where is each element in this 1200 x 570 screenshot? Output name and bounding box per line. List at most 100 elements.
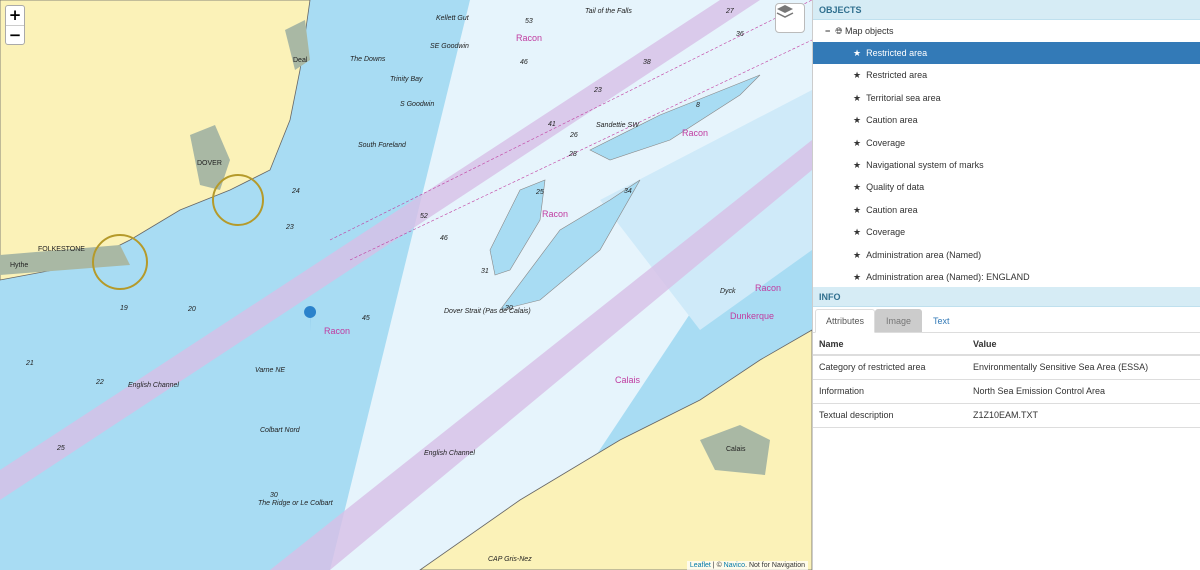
tree-item-label: Restricted area [866, 70, 928, 81]
tab-attributes[interactable]: Attributes [815, 309, 876, 333]
table-row: Category of restricted area Environmental… [813, 355, 1200, 380]
tree-item[interactable]: ★ Coverage [813, 132, 1200, 154]
label-trinity-bay: Trinity Bay [390, 76, 423, 83]
tree-item-label: Administration area (Named) [866, 249, 982, 260]
label-dover-strait: Dover Strait (Pas de Calais) [444, 308, 531, 315]
depth: 45 [362, 315, 370, 322]
depth: 26 [570, 132, 578, 139]
label-english-channel: English Channel [128, 382, 179, 389]
table-row: Information North Sea Emission Control Ar… [813, 379, 1200, 404]
column-header-value: Value [967, 333, 1200, 356]
star-icon: ★ [853, 182, 862, 193]
tree-item[interactable]: ★ Restricted area [813, 64, 1200, 86]
tree-item-label: Territorial sea area [866, 92, 941, 103]
label-colbart-nord: Colbart Nord [260, 427, 300, 434]
tab-image[interactable]: Image [875, 309, 923, 332]
tree-item[interactable]: ★ Navigational system of marks [813, 154, 1200, 176]
depth: 38 [643, 59, 651, 66]
attribution: Leaflet | © Navico. Not for Navigation [686, 561, 808, 570]
depth: 8 [696, 102, 700, 109]
layers-button[interactable] [775, 3, 805, 33]
attribute-name: Category of restricted area [813, 355, 967, 380]
depth: 23 [594, 87, 602, 94]
tree-item-label: Coverage [866, 227, 906, 238]
tree-root-map-objects[interactable]: − 🌐︎ Map objects [813, 20, 1200, 42]
label-the-downs: The Downs [350, 56, 386, 63]
objects-header: OBJECTS [813, 0, 1200, 20]
label-racon: Racon [755, 283, 782, 293]
depth: 27 [726, 8, 734, 15]
label-tail-of-the-falls: Tail of the Falls [585, 8, 632, 15]
label-deal: Deal [293, 57, 308, 64]
chart-map[interactable]: Dover Strait (Pas de Calais) English Cha… [0, 0, 812, 570]
label-racon: Racon [542, 209, 569, 219]
star-icon: ★ [853, 249, 862, 260]
attributes-table: Name Value Category of restricted area Env… [813, 333, 1200, 428]
depth: 36 [736, 31, 744, 38]
label-s-goodwin: S Goodwin [400, 101, 435, 108]
depth: 23 [286, 224, 294, 231]
label-english-channel: English Channel [424, 450, 475, 457]
star-icon: ★ [853, 48, 862, 58]
column-header-name: Name [813, 333, 967, 356]
depth: 30 [505, 305, 513, 312]
label-dyck: Dyck [720, 288, 736, 295]
depth: 31 [481, 268, 489, 275]
star-icon: ★ [853, 159, 862, 170]
navico-link[interactable]: Navico [724, 562, 745, 569]
tree-item[interactable]: ★ Restricted area [813, 42, 1200, 65]
tree-item[interactable]: ★ Territorial sea area [813, 87, 1200, 109]
attribute-name: Information [813, 379, 967, 404]
label-calais: Calais [615, 375, 641, 385]
star-icon: ★ [853, 115, 862, 126]
zoom-out-button[interactable]: − [6, 25, 24, 44]
star-icon: ★ [853, 70, 862, 81]
label-ridge: The Ridge or Le Colbart [258, 500, 333, 507]
label-dover: DOVER [197, 160, 222, 167]
tree-item[interactable]: ★ Administration area (Named) [813, 244, 1200, 266]
label-racon: Racon [516, 33, 543, 43]
tree-root-label: Map objects [845, 26, 894, 36]
depth: 52 [420, 213, 428, 220]
globe-icon: 🌐︎ [835, 26, 843, 36]
depth: 20 [188, 306, 196, 313]
label-dunkerque: Dunkerque [730, 311, 775, 321]
label-gris-nez: CAP Gris-Nez [488, 556, 532, 563]
zoom-in-button[interactable]: + [6, 6, 24, 25]
table-row: Textual description Z1Z10EAM.TXT [813, 403, 1200, 428]
star-icon: ★ [853, 204, 862, 215]
tree-item[interactable]: ★ Caution area [813, 109, 1200, 131]
depth: 46 [440, 235, 448, 242]
label-varne-ne: Varne NE [255, 367, 286, 374]
depth: 24 [292, 188, 300, 195]
leaflet-link[interactable]: Leaflet [690, 562, 711, 569]
tree-item-label: Administration area (Named): ENGLAND [866, 271, 1030, 282]
layers-icon [776, 5, 794, 18]
label-calais-town: Calais [726, 446, 746, 453]
star-icon: ★ [853, 271, 862, 282]
england-land [0, 0, 311, 281]
label-folkestone: FOLKESTONE [38, 246, 85, 253]
attribution-separator: | © [710, 562, 724, 569]
tree-item[interactable]: ★ Caution area [813, 199, 1200, 221]
label-south-foreland: South Foreland [358, 142, 406, 149]
depth: 34 [624, 188, 632, 195]
side-panel: OBJECTS − 🌐︎ Map objects ★ Restricted ar… [812, 0, 1200, 570]
star-icon: ★ [853, 92, 862, 103]
label-kellett-gut: Kellett Gut [436, 15, 469, 22]
tree-item[interactable]: ★ Quality of data [813, 176, 1200, 198]
depth: 28 [569, 151, 577, 158]
tree-item-label: Coverage [866, 137, 906, 148]
tab-text[interactable]: Text [922, 309, 961, 332]
label-sandettie: Sandettie SW [596, 122, 639, 129]
depth: 19 [120, 305, 128, 312]
tree-item-label: Restricted area [866, 48, 928, 58]
depth: 21 [26, 360, 34, 367]
tree-item[interactable]: ★ Administration area (Named): ENGLAND [813, 266, 1200, 287]
label-racon: Racon [324, 326, 351, 336]
zoom-control: + − [5, 5, 25, 45]
collapse-icon[interactable]: − [825, 26, 830, 36]
attribute-value: Environmentally Sensitive Sea Area (ESSA… [967, 355, 1200, 380]
depth: 53 [525, 18, 533, 25]
tree-item[interactable]: ★ Coverage [813, 221, 1200, 243]
